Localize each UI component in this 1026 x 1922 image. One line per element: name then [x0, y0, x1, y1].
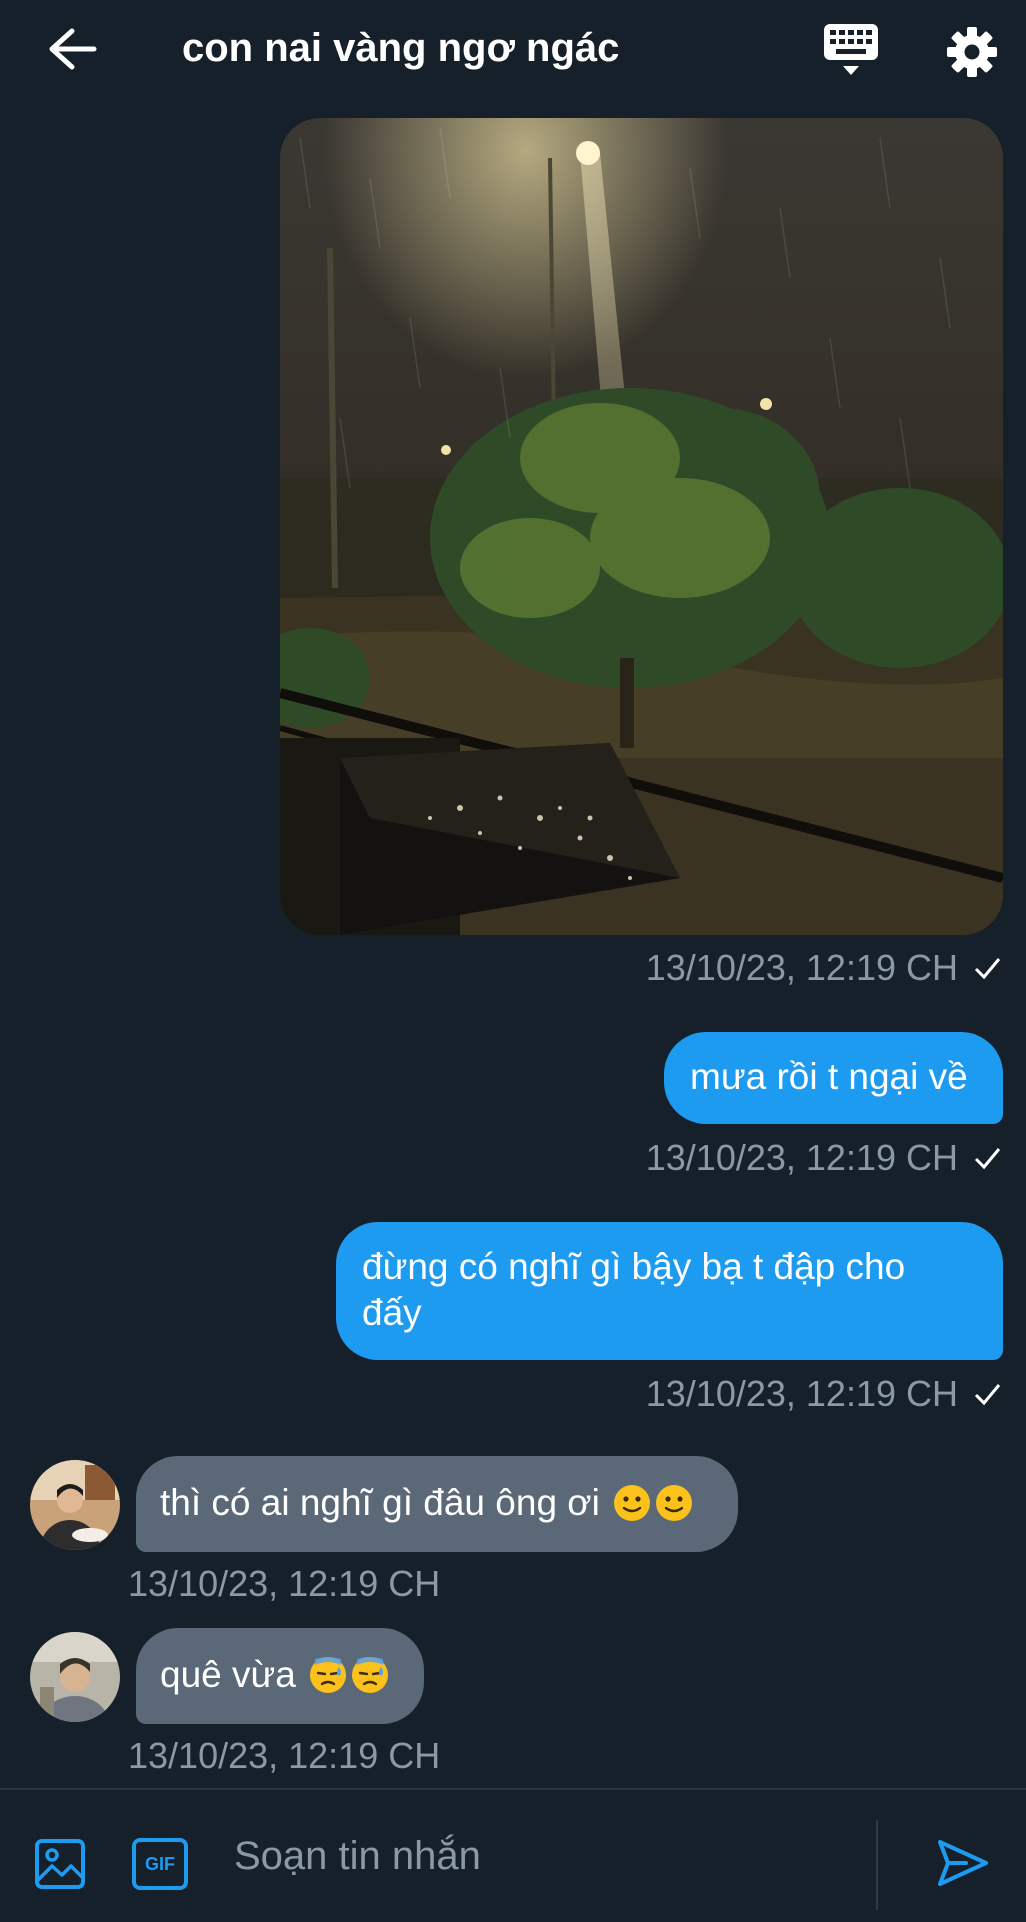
send-button[interactable]: [936, 1836, 990, 1890]
keyboard-shortcuts-button[interactable]: [822, 22, 880, 78]
arrow-left-icon: [49, 28, 97, 70]
conversation-header: con nai vàng ngơ ngác: [0, 0, 1026, 100]
avatar[interactable]: [30, 1460, 120, 1550]
message-timestamp: 13/10/23, 12:19 CH: [646, 946, 1002, 990]
keyboard-icon: [824, 24, 878, 75]
message-bubble-outgoing[interactable]: đừng có nghĩ gì bậy bạ t đập cho đấy: [336, 1222, 1003, 1360]
gear-icon: [947, 27, 997, 77]
message-text: mưa rồi t ngại về: [690, 1056, 968, 1097]
back-button[interactable]: [44, 26, 100, 72]
timestamp-text: 13/10/23, 12:19 CH: [645, 947, 958, 988]
downcast-sweat-face-icon: [310, 1657, 347, 1693]
timestamp-text: 13/10/23, 12:19 CH: [645, 1373, 958, 1414]
avatar[interactable]: [30, 1632, 120, 1722]
slightly-smiling-face-icon: [656, 1485, 693, 1521]
settings-button[interactable]: [944, 24, 1000, 80]
message-text: thì có ai nghĩ gì đâu ông ơi: [160, 1482, 600, 1523]
message-timestamp: 13/10/23, 12:19 CH: [646, 1136, 1002, 1180]
message-timestamp: 13/10/23, 12:19 CH: [128, 1735, 441, 1776]
user-avatar-photo: [30, 1460, 120, 1550]
message-text: quê vừa: [160, 1654, 296, 1695]
message-text-line: đừng có nghĩ gì bậy bạ t đập cho: [362, 1246, 906, 1287]
check-icon: [974, 958, 1001, 980]
message-input[interactable]: [232, 1820, 856, 1892]
divider: [876, 1820, 878, 1910]
slightly-smiling-face-icon: [614, 1485, 651, 1521]
message-timestamp: 13/10/23, 12:19 CH: [646, 1372, 1002, 1416]
image-icon: [35, 1839, 85, 1889]
conversation-title: con nai vàng ngơ ngác: [182, 26, 620, 70]
check-icon: [974, 1148, 1001, 1170]
add-gif-button[interactable]: GIF: [132, 1838, 188, 1890]
message-timestamp: 13/10/23, 12:19 CH: [128, 1563, 441, 1604]
timestamp-text: 13/10/23, 12:19 CH: [645, 1137, 958, 1178]
message-composer: GIF: [0, 1788, 1026, 1922]
night-rain-photo: [280, 118, 1003, 935]
add-image-button[interactable]: [34, 1838, 86, 1890]
image-message[interactable]: [280, 118, 1003, 935]
gif-label: GIF: [145, 1854, 175, 1874]
check-icon: [974, 1384, 1001, 1406]
message-bubble-incoming[interactable]: thì có ai nghĩ gì đâu ông ơi: [136, 1456, 738, 1552]
message-bubble-incoming[interactable]: quê vừa: [136, 1628, 424, 1724]
user-avatar-photo: [30, 1632, 120, 1722]
message-text-line: đấy: [362, 1292, 422, 1333]
message-bubble-outgoing[interactable]: mưa rồi t ngại về: [664, 1032, 1003, 1124]
send-icon: [938, 1840, 988, 1886]
downcast-sweat-face-icon: [352, 1657, 389, 1693]
